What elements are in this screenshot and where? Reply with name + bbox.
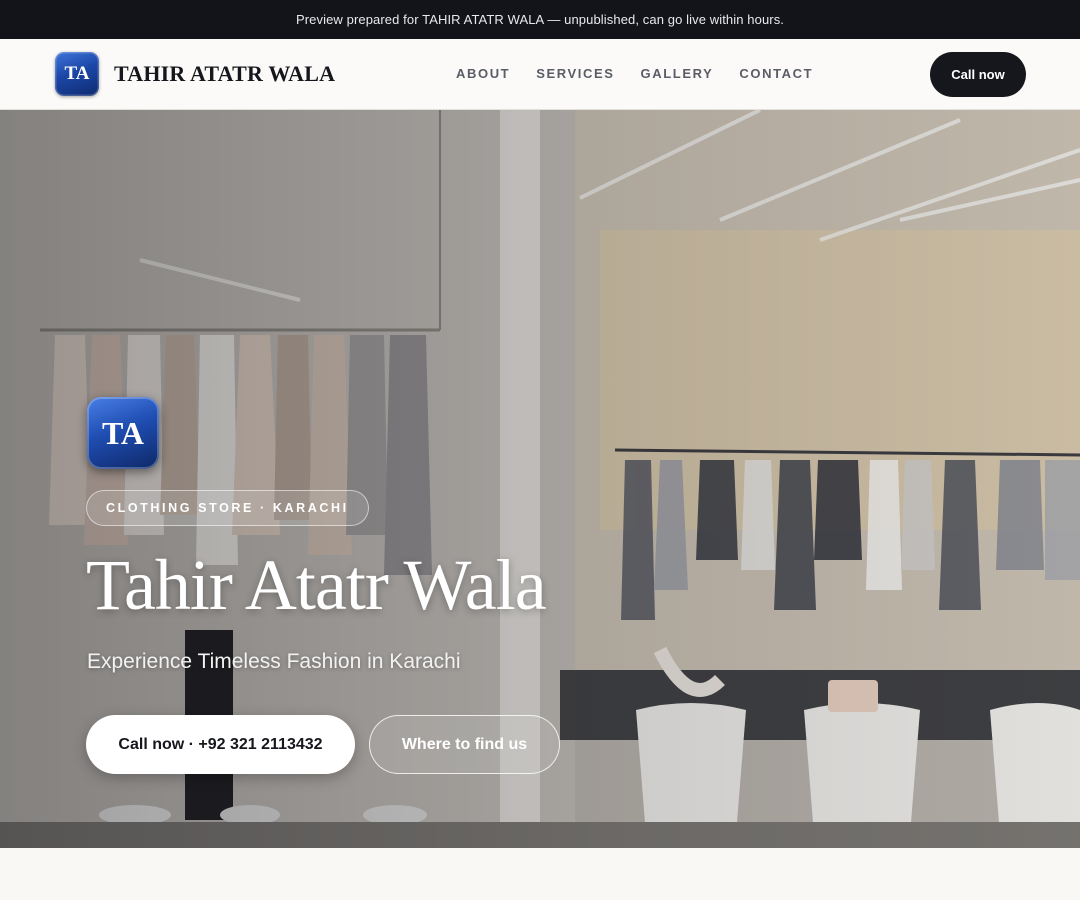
hero-title: Tahir Atatr Wala [86, 545, 547, 625]
find-us-button[interactable]: Where to find us [369, 715, 560, 774]
brand-logo-initials: TA [64, 63, 90, 84]
header-call-button[interactable]: Call now [930, 52, 1026, 97]
brand[interactable]: TA TAHIR ATATR WALA [55, 52, 335, 96]
site-header: TA TAHIR ATATR WALA ABOUT SERVICES GALLE… [0, 39, 1080, 110]
hero-logo: TA [87, 397, 159, 469]
nav-about[interactable]: ABOUT [456, 66, 510, 81]
brand-name[interactable]: TAHIR ATATR WALA [114, 61, 335, 87]
preview-banner-text: Preview prepared for TAHIR ATATR WALA — … [295, 12, 785, 27]
preview-banner: Preview prepared for TAHIR ATATR WALA — … [0, 0, 1080, 39]
next-section [0, 848, 1080, 900]
category-badge: CLOTHING STORE · KARACHI [86, 490, 369, 526]
hero-section: TA CLOTHING STORE · KARACHI Tahir Atatr … [0, 110, 1080, 848]
hero-subtitle: Experience Timeless Fashion in Karachi [87, 650, 461, 673]
call-now-button[interactable]: Call now · +92 321 2113432 [86, 715, 355, 774]
nav-gallery[interactable]: GALLERY [641, 66, 714, 81]
nav-contact[interactable]: CONTACT [739, 66, 813, 81]
brand-logo[interactable]: TA [55, 52, 99, 96]
hero-logo-initials: TA [101, 414, 145, 451]
nav-services[interactable]: SERVICES [536, 66, 614, 81]
main-nav: ABOUT SERVICES GALLERY CONTACT [456, 66, 839, 81]
